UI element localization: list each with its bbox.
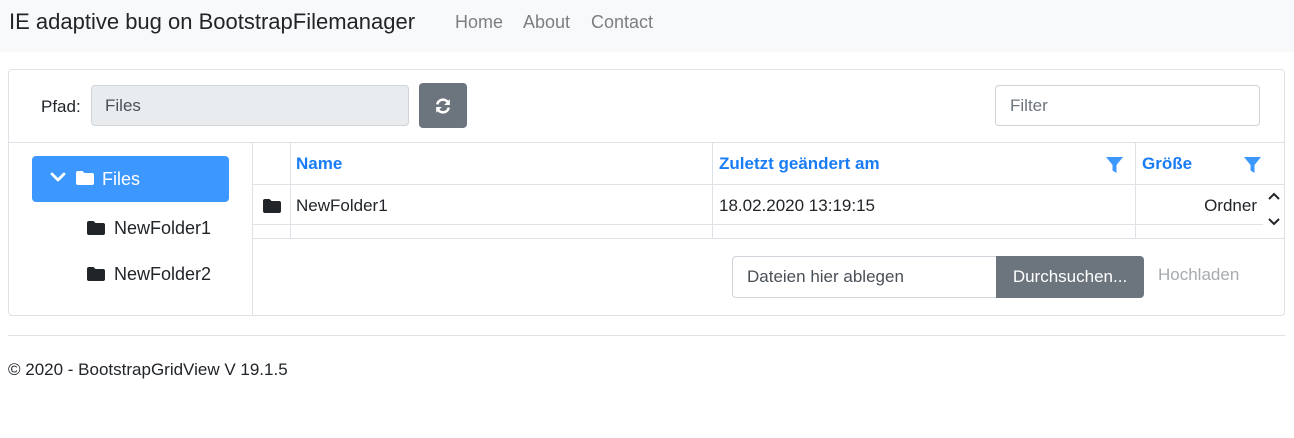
scroll-up-button[interactable] — [1266, 187, 1282, 205]
filter-funnel-icon[interactable] — [1106, 157, 1123, 174]
file-grid: Name Zuletzt geändert am Größe NewFolder… — [253, 143, 1284, 239]
refresh-button[interactable] — [419, 83, 467, 128]
cell-size: Ordner — [1204, 196, 1257, 215]
cell-modified: 18.02.2020 13:19:15 — [719, 196, 875, 215]
nav-link-contact[interactable]: Contact — [591, 12, 653, 33]
path-field[interactable]: Files — [91, 85, 409, 126]
row-divider — [253, 224, 1263, 225]
folder-icon — [87, 221, 105, 235]
tree-item-newfolder2[interactable]: NewFolder2 — [87, 262, 237, 290]
file-manager-panel: Pfad: Files Files NewFolder1 — [8, 69, 1285, 316]
nav-link-home[interactable]: Home — [455, 12, 503, 33]
nav-link-about[interactable]: About — [523, 12, 570, 33]
folder-tree: Files NewFolder1 NewFolder2 — [9, 143, 253, 316]
refresh-icon — [435, 97, 451, 114]
column-header-name[interactable]: Name — [296, 154, 342, 174]
chevron-down-icon — [1268, 218, 1280, 226]
navbar: IE adaptive bug on BootstrapFilemanager … — [0, 0, 1294, 52]
scroll-down-button[interactable] — [1266, 213, 1282, 231]
column-header-size[interactable]: Größe — [1142, 154, 1192, 174]
header-divider — [253, 184, 1284, 185]
tree-item-newfolder1[interactable]: NewFolder1 — [87, 216, 237, 244]
path-label: Pfad: — [41, 97, 81, 116]
browse-button[interactable]: Durchsuchen... — [996, 256, 1144, 298]
filter-funnel-icon[interactable] — [1244, 157, 1261, 174]
navbar-brand[interactable]: IE adaptive bug on BootstrapFilemanager — [9, 9, 415, 35]
tree-item-label: NewFolder2 — [114, 264, 212, 284]
folder-icon — [76, 171, 94, 185]
folder-icon — [87, 267, 105, 281]
tree-item-files[interactable]: Files — [32, 156, 229, 202]
file-manager-toolbar: Pfad: Files — [9, 70, 1284, 143]
cell-name: NewFolder1 — [296, 196, 388, 215]
footer-text: © 2020 - BootstrapGridView V 19.1.5 — [8, 360, 288, 379]
upload-button[interactable]: Hochladen — [1158, 265, 1239, 285]
tree-item-label: NewFolder1 — [114, 218, 212, 238]
footer-divider — [8, 335, 1285, 336]
chevron-down-icon[interactable] — [50, 169, 66, 185]
filter-input[interactable] — [995, 85, 1260, 126]
folder-icon — [263, 199, 281, 213]
column-header-modified[interactable]: Zuletzt geändert am — [719, 154, 880, 174]
tree-item-label: Files — [102, 169, 141, 189]
chevron-up-icon — [1268, 192, 1280, 200]
file-drop-zone[interactable]: Dateien hier ablegen — [732, 256, 997, 298]
